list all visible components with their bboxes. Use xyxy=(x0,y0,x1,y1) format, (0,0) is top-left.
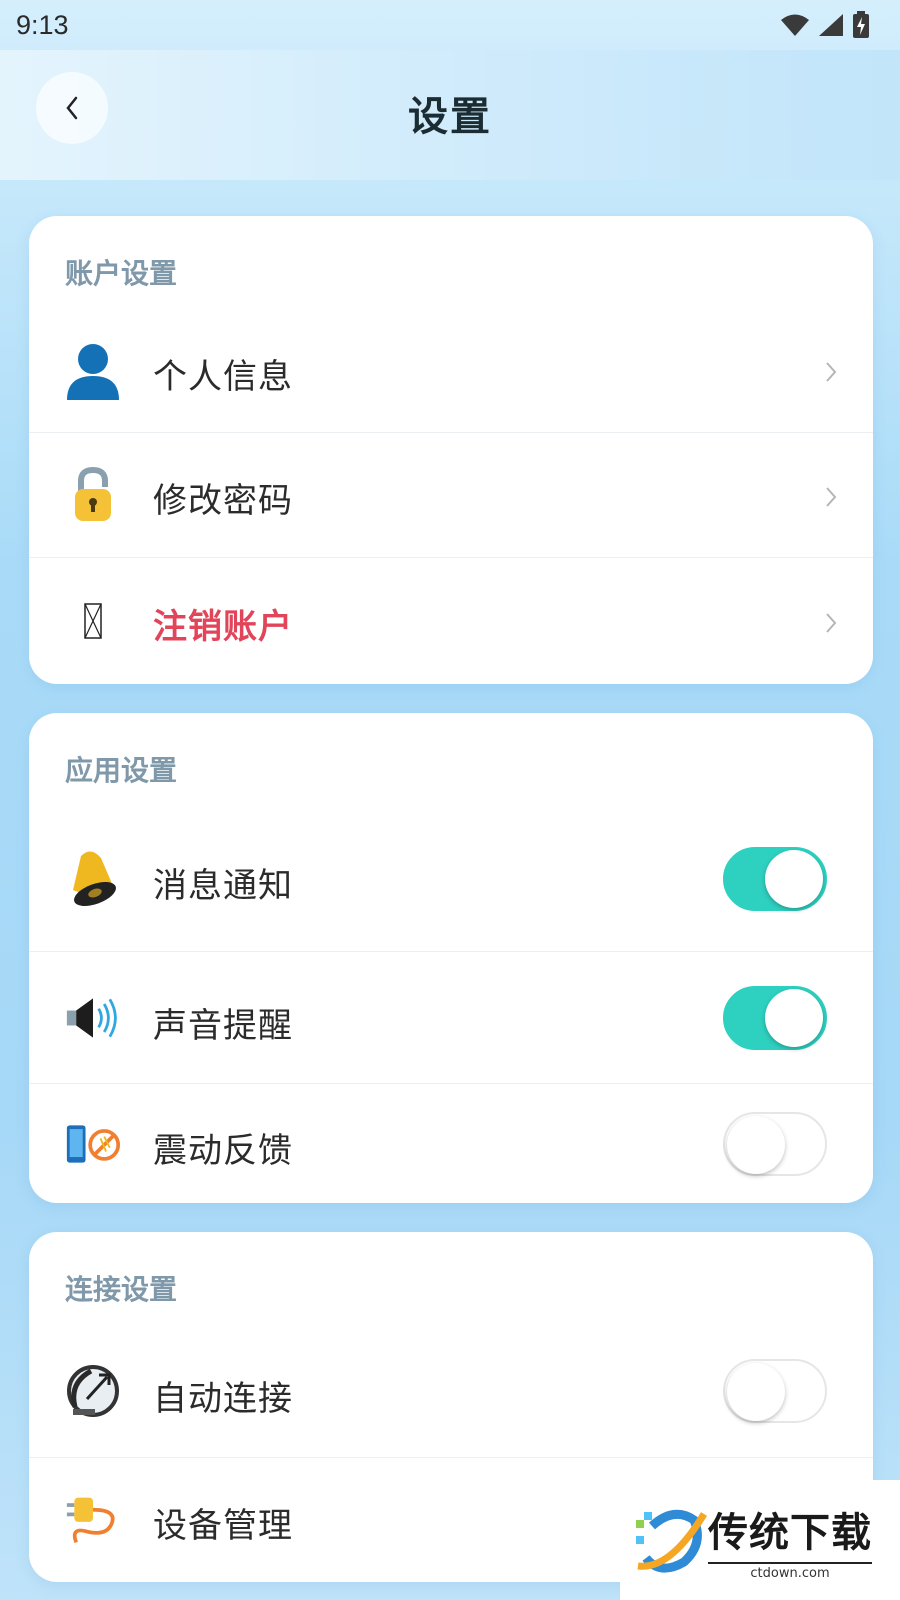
lock-icon xyxy=(65,467,121,523)
page-title: 设置 xyxy=(408,94,492,140)
header: 设置 xyxy=(0,50,900,180)
status-time: 9:13 xyxy=(16,9,69,40)
speaker-icon xyxy=(65,990,121,1046)
section-title-connection: 连接设置 xyxy=(65,1273,178,1306)
row-label-danger: 注销账户 xyxy=(153,607,293,647)
section-title-account: 账户设置 xyxy=(65,257,178,290)
plug-icon xyxy=(65,1492,121,1548)
row-notifications: 消息通知 xyxy=(29,806,873,952)
row-label: 震动反馈 xyxy=(153,1131,293,1171)
notifications-toggle[interactable] xyxy=(723,847,827,911)
status-bar: 9:13 xyxy=(0,0,900,50)
app-settings-card: 应用设置 消息通知 声音提醒 震动反馈 xyxy=(29,713,873,1203)
section-title-app: 应用设置 xyxy=(65,754,178,787)
account-settings-card: 账户设置 个人信息 修改密码 注销账户 xyxy=(29,216,873,684)
cell-signal-icon xyxy=(819,14,843,36)
row-label: 个人信息 xyxy=(153,357,293,397)
row-delete-account[interactable]: 注销账户 xyxy=(29,558,873,684)
row-label: 修改密码 xyxy=(153,481,293,521)
toggle-knob xyxy=(765,989,823,1047)
watermark-logo: 传统下载 ctdown.com xyxy=(620,1480,900,1600)
watermark-text-group: 传统下载 ctdown.com xyxy=(708,1500,872,1581)
bell-icon xyxy=(65,850,121,907)
toggle-knob xyxy=(765,850,823,908)
satellite-dish-icon xyxy=(65,1363,121,1419)
row-label: 设备管理 xyxy=(153,1506,293,1546)
chevron-right-icon xyxy=(826,362,837,382)
user-icon xyxy=(65,343,121,400)
toggle-knob xyxy=(727,1116,785,1174)
vibration-toggle[interactable] xyxy=(723,1112,827,1176)
sound-toggle[interactable] xyxy=(723,986,827,1050)
wifi-icon xyxy=(781,14,809,36)
watermark-domain: ctdown.com xyxy=(708,1561,872,1581)
row-change-password[interactable]: 修改密码 xyxy=(29,433,873,558)
row-auto-connect: 自动连接 xyxy=(29,1325,873,1458)
chevron-right-icon xyxy=(826,487,837,507)
auto-connect-toggle[interactable] xyxy=(723,1359,827,1423)
status-icons xyxy=(780,11,870,39)
missing-glyph-icon xyxy=(65,593,121,649)
row-sound-alert: 声音提醒 xyxy=(29,952,873,1084)
row-vibration: 震动反馈 xyxy=(29,1084,873,1203)
row-label: 自动连接 xyxy=(153,1379,293,1419)
toggle-knob xyxy=(727,1363,785,1421)
watermark-brand: 传统下载 xyxy=(708,1509,872,1556)
battery-charging-icon xyxy=(853,11,869,38)
row-label: 声音提醒 xyxy=(153,1006,293,1046)
watermark-emblem-icon xyxy=(636,1509,707,1573)
row-label: 消息通知 xyxy=(153,866,293,906)
vibration-off-icon xyxy=(65,1116,121,1172)
row-personal-info[interactable]: 个人信息 xyxy=(29,309,873,433)
chevron-right-icon xyxy=(826,613,837,633)
